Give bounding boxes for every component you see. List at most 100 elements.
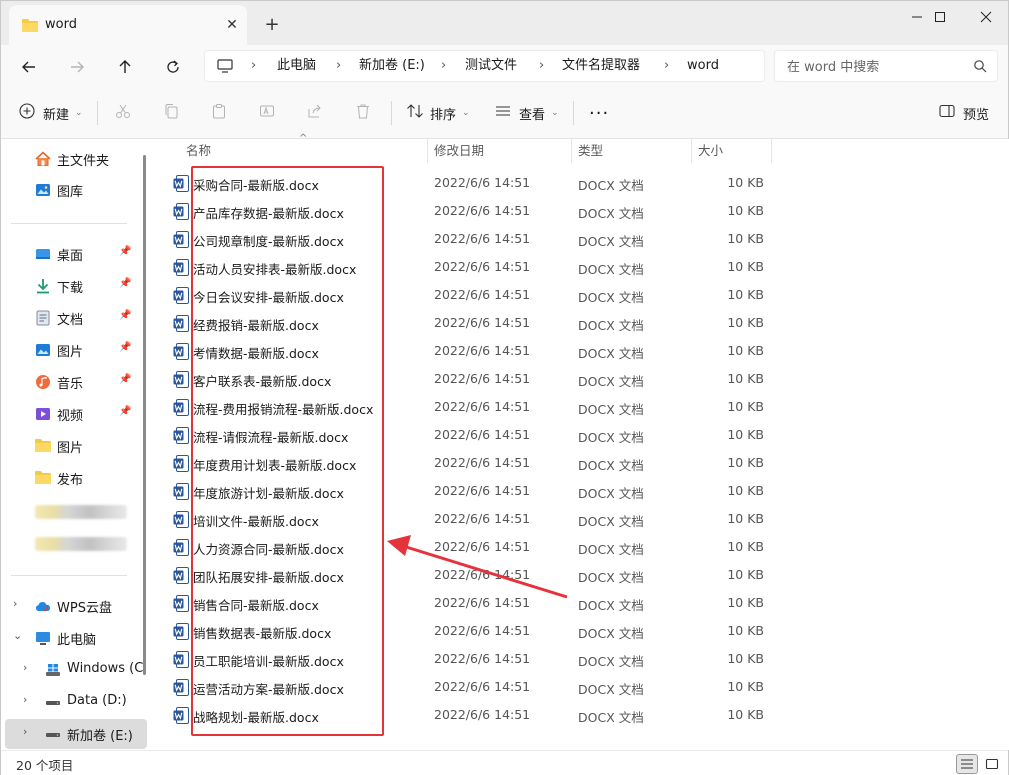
file-size: 10 KB xyxy=(727,203,764,218)
sidebar-item-documents[interactable]: 文档 📌 xyxy=(1,304,141,332)
sidebar-item-downloads[interactable]: 下载 📌 xyxy=(1,272,141,300)
preview-button[interactable]: 预览 xyxy=(939,100,989,126)
file-size: 10 KB xyxy=(727,371,764,386)
sidebar-item-label: 此电脑 xyxy=(57,633,97,648)
column-divider[interactable] xyxy=(427,139,428,163)
annotation-highlight-box xyxy=(191,166,384,736)
chevron-right-icon[interactable]: › xyxy=(23,693,27,706)
maximize-icon[interactable] xyxy=(917,1,963,33)
chevron-right-icon[interactable]: › xyxy=(23,661,27,674)
new-tab-icon[interactable]: + xyxy=(261,13,283,35)
sidebar-item-videos[interactable]: 视频 📌 xyxy=(1,400,141,428)
back-arrow-icon[interactable] xyxy=(15,53,43,81)
pin-icon[interactable]: 📌 xyxy=(119,278,131,289)
sidebar-item-pictures-folder[interactable]: 图片 xyxy=(1,432,141,460)
file-type: DOCX 文档 xyxy=(578,626,644,641)
cut-button[interactable] xyxy=(115,100,131,126)
file-size: 10 KB xyxy=(727,651,764,666)
word-document-icon xyxy=(173,203,189,223)
breadcrumb-extractor[interactable]: 文件名提取器 xyxy=(562,51,640,81)
sort-button[interactable]: 排序 ⌄ xyxy=(406,100,470,126)
close-window-icon[interactable] xyxy=(963,1,1009,33)
breadcrumb-this-pc[interactable]: 此电脑 xyxy=(277,51,316,81)
file-size: 10 KB xyxy=(727,427,764,442)
documents-icon xyxy=(35,310,51,326)
pin-icon[interactable]: 📌 xyxy=(119,374,131,385)
chevron-down-icon[interactable]: ⌄ xyxy=(13,629,22,642)
column-divider[interactable] xyxy=(571,139,572,163)
chevron-right-icon[interactable]: › xyxy=(13,597,17,610)
pin-icon[interactable]: 📌 xyxy=(119,246,131,257)
sidebar-item-drive-d[interactable]: › Data (D:) xyxy=(11,688,151,716)
file-size: 10 KB xyxy=(727,287,764,302)
file-type: DOCX 文档 xyxy=(578,514,644,529)
breadcrumb-word[interactable]: word xyxy=(687,51,719,81)
forward-arrow-icon[interactable] xyxy=(63,53,91,81)
chevron-down-icon: ⌄ xyxy=(462,108,470,118)
sidebar-item-music[interactable]: 音乐 📌 xyxy=(1,368,141,396)
file-size: 10 KB xyxy=(727,343,764,358)
view-button-label: 查看 xyxy=(519,107,546,123)
command-bar: 新建 ⌄ 排序 ⌄ 查看 ⌄ ··· 预览 xyxy=(1,87,1008,139)
tiles-view-icon[interactable] xyxy=(981,754,1003,774)
breadcrumb-test-files[interactable]: 测试文件 xyxy=(465,51,517,81)
search-input[interactable] xyxy=(787,57,967,77)
pin-icon[interactable]: 📌 xyxy=(119,310,131,321)
file-size: 10 KB xyxy=(727,455,764,470)
file-date: 2022/6/6 14:51 xyxy=(434,427,531,442)
word-document-icon xyxy=(173,651,189,671)
rename-button[interactable] xyxy=(259,100,275,126)
delete-button[interactable] xyxy=(355,100,371,126)
pc-icon xyxy=(35,630,51,646)
sidebar-scrollbar[interactable] xyxy=(143,155,146,675)
file-type: DOCX 文档 xyxy=(578,654,644,669)
chevron-right-icon[interactable]: › xyxy=(23,725,27,738)
details-view-icon[interactable] xyxy=(956,754,978,774)
word-document-icon xyxy=(173,455,189,475)
tab-word[interactable]: word ✕ xyxy=(9,5,247,45)
sidebar-item-gallery[interactable]: 图库 xyxy=(1,176,141,204)
sidebar-item-publish[interactable]: 发布 xyxy=(1,464,141,492)
sidebar-item-this-pc[interactable]: ⌄ 此电脑 xyxy=(1,624,141,652)
sidebar-item-label: 图库 xyxy=(57,185,84,200)
close-tab-icon[interactable]: ✕ xyxy=(221,14,243,36)
navigation-bar: › 此电脑 › 新加卷 (E:) › 测试文件 › 文件名提取器 › word xyxy=(1,45,1008,87)
copy-button[interactable] xyxy=(163,100,179,126)
more-options-icon[interactable]: ··· xyxy=(589,100,609,126)
share-button[interactable] xyxy=(307,100,323,126)
column-header-type[interactable]: 类型 xyxy=(578,139,603,163)
sidebar-item-wps-cloud[interactable]: › WPS云盘 xyxy=(1,592,141,620)
sidebar-item-home[interactable]: 主文件夹 xyxy=(1,145,141,173)
breadcrumb-drive-e[interactable]: 新加卷 (E:) xyxy=(359,51,425,81)
clipboard-icon xyxy=(211,103,227,123)
address-bar[interactable]: › 此电脑 › 新加卷 (E:) › 测试文件 › 文件名提取器 › word xyxy=(204,50,765,82)
paste-button[interactable] xyxy=(211,100,227,126)
file-type: DOCX 文档 xyxy=(578,178,644,193)
sidebar-item-pictures[interactable]: 图片 📌 xyxy=(1,336,141,364)
preview-pane-icon xyxy=(939,104,955,122)
word-document-icon xyxy=(173,371,189,391)
sidebar-item-desktop[interactable]: 桌面 📌 xyxy=(1,240,141,268)
sidebar-item-drive-e[interactable]: › 新加卷 (E:) xyxy=(11,720,151,748)
file-size: 10 KB xyxy=(727,259,764,274)
column-divider[interactable] xyxy=(771,139,772,163)
breadcrumb-separator: › xyxy=(664,58,670,73)
column-header-name[interactable]: 名称 xyxy=(186,139,211,163)
column-header-date[interactable]: 修改日期 xyxy=(434,139,484,163)
pin-icon[interactable]: 📌 xyxy=(119,342,131,353)
refresh-icon[interactable] xyxy=(159,53,187,81)
sidebar-item-label: 视频 xyxy=(57,409,84,424)
pin-icon[interactable]: 📌 xyxy=(119,406,131,417)
search-box[interactable] xyxy=(774,50,998,82)
column-header-size[interactable]: 大小 xyxy=(698,139,723,163)
view-button[interactable]: 查看 ⌄ xyxy=(495,100,559,126)
folder-icon xyxy=(22,18,38,35)
new-button[interactable]: 新建 ⌄ xyxy=(19,100,83,126)
sidebar-item-drive-c[interactable]: › Windows (C xyxy=(11,656,151,684)
share-icon xyxy=(307,103,323,123)
search-icon[interactable] xyxy=(973,59,987,76)
column-divider[interactable] xyxy=(691,139,692,163)
file-date: 2022/6/6 14:51 xyxy=(434,623,531,638)
up-arrow-icon[interactable] xyxy=(111,53,139,81)
video-icon xyxy=(35,406,51,422)
